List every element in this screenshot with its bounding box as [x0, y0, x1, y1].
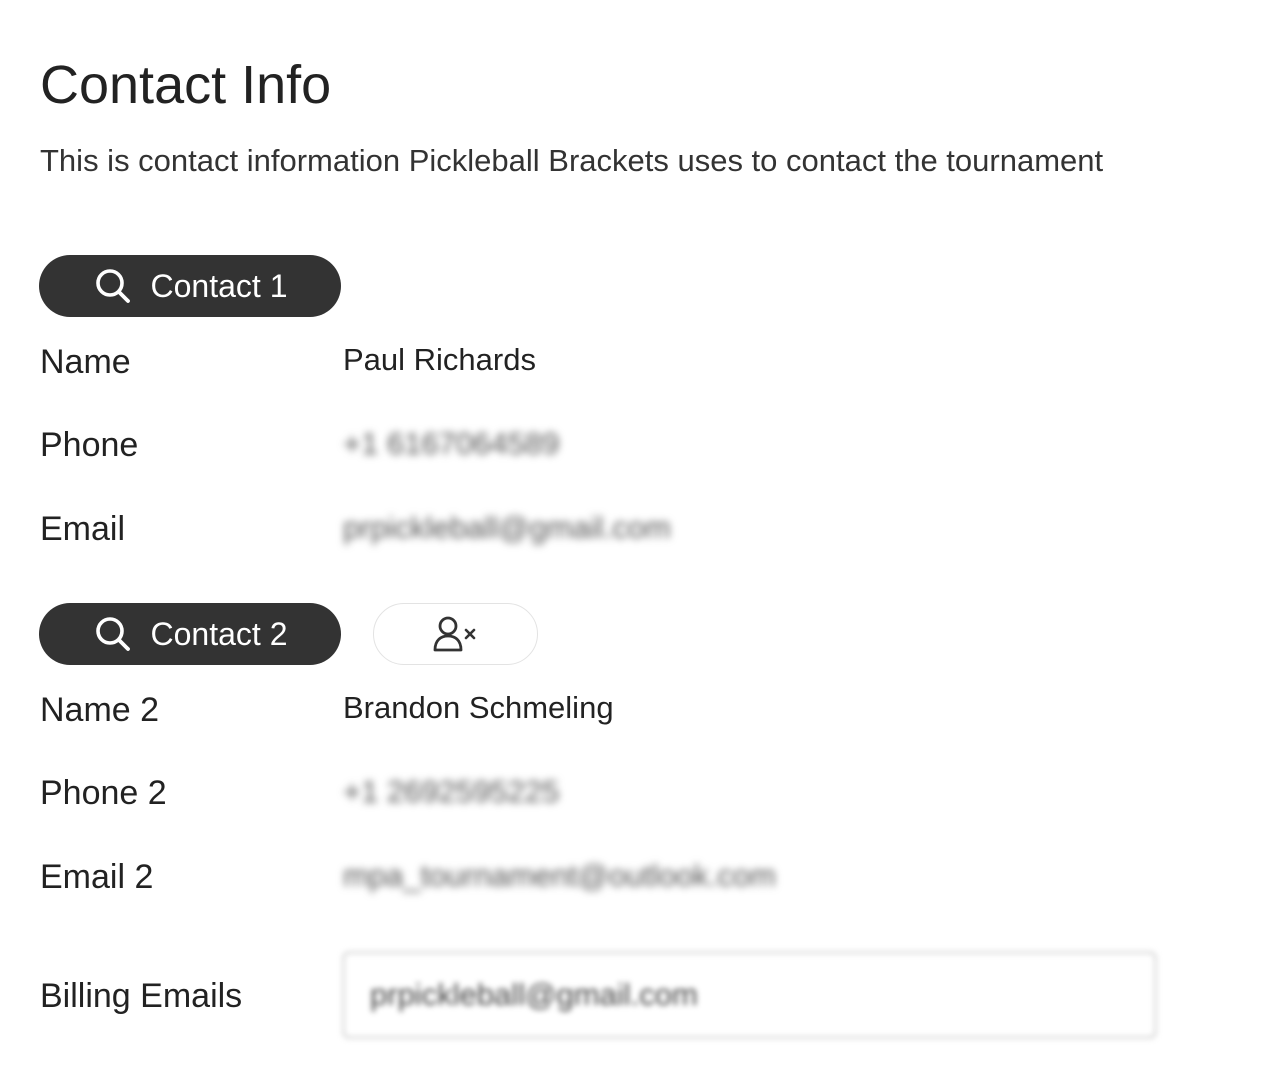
email-2-label: Email 2 — [40, 858, 154, 896]
name-2-label: Name 2 — [40, 691, 160, 729]
email-label: Email — [40, 510, 126, 548]
billing-emails-label: Billing Emails — [40, 977, 243, 1015]
phone-label: Phone — [40, 426, 139, 464]
contact-1-button-label: Contact 1 — [150, 267, 288, 304]
contact-1-search-button[interactable]: Contact 1 — [39, 255, 341, 317]
contact-2-button-label: Contact 2 — [150, 615, 288, 652]
remove-contact-2-button[interactable] — [373, 603, 538, 665]
phone-2-label: Phone 2 — [40, 774, 167, 812]
contact-2-search-button[interactable]: Contact 2 — [39, 603, 341, 665]
billing-emails-input[interactable] — [343, 952, 1156, 1038]
name-value: Paul Richards — [343, 342, 536, 377]
phone-value: +1 6167064589 — [343, 426, 560, 461]
page-subtitle: This is contact information Pickleball B… — [40, 143, 1104, 178]
name-2-value: Brandon Schmeling — [343, 690, 614, 725]
remove-user-icon — [430, 614, 482, 654]
search-icon — [93, 266, 133, 306]
page-title: Contact Info — [40, 55, 332, 115]
search-icon — [93, 614, 133, 654]
email-2-value: mpa_tournament@outlook.com — [343, 858, 776, 893]
email-value: prpickleball@gmail.com — [343, 510, 671, 545]
name-label: Name — [40, 343, 131, 381]
phone-2-value: +1 2692595225 — [343, 774, 560, 809]
